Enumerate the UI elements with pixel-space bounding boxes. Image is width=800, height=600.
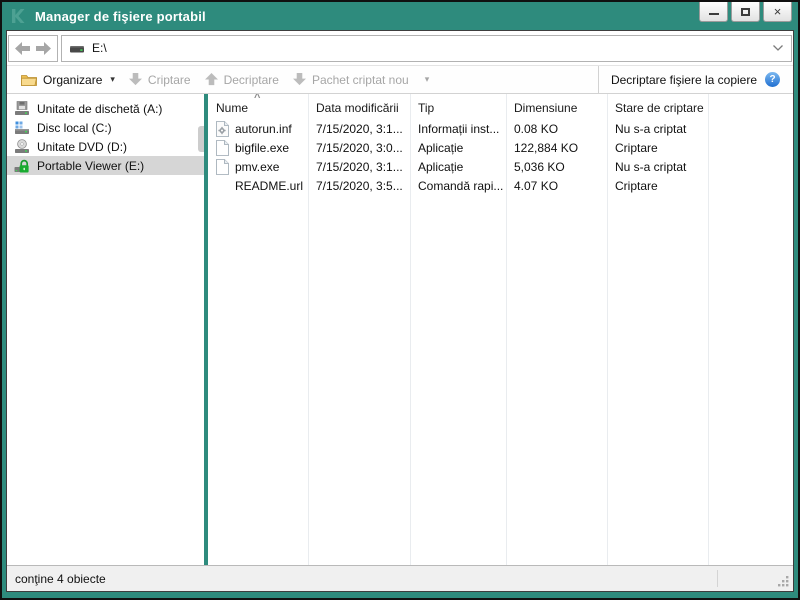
window-controls: ×: [696, 2, 792, 22]
column-header-type[interactable]: Tip: [410, 101, 506, 115]
file-name-cell: pmv.exe: [208, 158, 308, 175]
file-type-cell: Aplicație: [418, 159, 464, 174]
file-name: README.url: [235, 178, 304, 193]
package-dropdown-icon: ▾: [424, 74, 430, 84]
drive-label: Disc local (C:): [37, 120, 112, 135]
title-bar: Manager de fişiere portabil ×: [2, 2, 798, 30]
file-modified-cell: 7/15/2020, 3:1...: [316, 159, 403, 174]
local-disk-icon: [15, 121, 29, 134]
decrypt-label: Decriptare: [223, 72, 279, 87]
drive-list: Unitate de dischetă (A:) Disc local (C:)…: [7, 94, 204, 565]
file-icon: [216, 158, 229, 175]
main-area: Unitate de dischetă (A:) Disc local (C:)…: [7, 94, 793, 565]
table-header: ^ Nume Data modificării Tip Dimensiune S…: [208, 94, 793, 119]
toolbar: Organizare ▾ Criptare Decriptare Pachet …: [7, 65, 793, 94]
screen: Manager de fişiere portabil × E:\ Organi…: [0, 0, 800, 600]
encrypt-label: Criptare: [147, 72, 191, 87]
app-window: Manager de fişiere portabil × E:\ Organi…: [0, 0, 800, 600]
drive-label: Unitate DVD (D:): [37, 139, 128, 154]
window-content: E:\ Organizare ▾ Criptare Decriptare Pac…: [6, 30, 794, 592]
kaspersky-logo-icon: [12, 9, 25, 23]
drive-item-floppy-a[interactable]: Unitate de dischetă (A:): [7, 99, 204, 118]
history-buttons: [8, 34, 58, 62]
address-text: E:\: [92, 41, 107, 55]
status-text: conţine 4 obiecte: [15, 571, 106, 586]
new-encrypted-package-button[interactable]: Pachet criptat nou ▾: [286, 66, 436, 93]
decrypt-on-copy-setting: Decriptare fişiere la copiere ?: [597, 66, 786, 93]
status-divider: [717, 570, 718, 587]
organize-label: Organizare: [43, 72, 103, 87]
organize-dropdown-icon: ▾: [110, 74, 115, 84]
forward-icon[interactable]: [36, 41, 51, 55]
file-name-cell: bigfile.exe: [208, 139, 308, 156]
file-row-pmv[interactable]: pmv.exe 7/15/2020, 3:1... Aplicație 5,03…: [208, 157, 793, 176]
minimize-button[interactable]: [699, 2, 728, 22]
file-encryption-cell: Nu s-a criptat: [615, 159, 687, 174]
organize-button[interactable]: Organizare ▾: [14, 66, 122, 93]
minimize-icon: [708, 12, 719, 15]
file-type-cell: Aplicație: [418, 140, 464, 155]
sort-ascending-icon: ^: [254, 94, 261, 104]
maximize-button[interactable]: [731, 2, 760, 22]
arrow-up-icon: [204, 73, 218, 86]
close-icon: ×: [773, 4, 782, 19]
file-encryption-cell: Criptare: [615, 178, 658, 193]
file-row-autorun[interactable]: autorun.inf 7/15/2020, 3:1... Informații…: [208, 119, 793, 138]
help-icon[interactable]: ?: [765, 72, 780, 87]
file-encryption-cell: Nu s-a criptat: [615, 121, 687, 136]
new-encrypted-package-label: Pachet criptat nou: [311, 72, 409, 87]
file-name: pmv.exe: [235, 159, 280, 174]
arrow-down-icon: [128, 73, 142, 86]
file-type-cell: Comandă rapi...: [418, 178, 504, 193]
address-bar[interactable]: E:\: [61, 34, 792, 62]
file-name-cell: autorun.inf: [208, 120, 308, 137]
maximize-icon: [741, 7, 750, 16]
file-modified-cell: 7/15/2020, 3:0...: [316, 140, 403, 155]
file-name: autorun.inf: [235, 121, 292, 136]
encrypted-drive-icon: [14, 159, 29, 172]
chevron-down-icon[interactable]: [772, 44, 784, 52]
file-size-cell: 0.08 KO: [514, 121, 559, 136]
column-header-size[interactable]: Dimensiune: [506, 101, 607, 115]
drive-item-portable-e[interactable]: Portable Viewer (E:): [7, 156, 204, 175]
decrypt-on-copy-label: Decriptare fişiere la copiere: [610, 72, 757, 87]
file-size-cell: 122,884 KO: [514, 140, 579, 155]
file-row-readme[interactable]: README.url 7/15/2020, 3:5... Comandă rap…: [208, 176, 793, 195]
window-title: Manager de fişiere portabil: [35, 8, 206, 24]
folder-icon: [21, 75, 37, 86]
drive-icon: [70, 46, 84, 53]
column-header-modified[interactable]: Data modificării: [308, 101, 410, 115]
file-size-cell: 4.07 KO: [514, 178, 559, 193]
file-row-bigfile[interactable]: bigfile.exe 7/15/2020, 3:0... Aplicație …: [208, 138, 793, 157]
resize-grip-icon[interactable]: [777, 575, 790, 588]
column-header-encryption[interactable]: Stare de criptare: [607, 101, 708, 115]
drive-item-local-c[interactable]: Disc local (C:): [7, 118, 204, 137]
file-modified-cell: 7/15/2020, 3:1...: [316, 121, 403, 136]
back-icon[interactable]: [15, 41, 30, 55]
splitter-handle-icon[interactable]: [198, 126, 204, 152]
drive-label: Unitate de dischetă (A:): [37, 101, 163, 116]
file-type-cell: Informații inst...: [418, 121, 500, 136]
floppy-drive-icon: [15, 101, 29, 115]
file-encryption-cell: Criptare: [615, 140, 658, 155]
status-bar: conţine 4 obiecte: [7, 565, 793, 591]
file-size-cell: 5,036 KO: [514, 159, 565, 174]
encrypt-button[interactable]: Criptare: [122, 66, 198, 93]
file-icon: [216, 139, 229, 156]
setup-info-file-icon: [216, 120, 229, 137]
drive-item-dvd-d[interactable]: Unitate DVD (D:): [7, 137, 204, 156]
arrow-down-icon: [292, 73, 306, 86]
empty-icon-slot: [216, 178, 229, 194]
file-modified-cell: 7/15/2020, 3:5...: [316, 178, 403, 193]
drive-label: Portable Viewer (E:): [37, 158, 145, 173]
decrypt-button[interactable]: Decriptare: [198, 66, 286, 93]
file-name: bigfile.exe: [235, 140, 290, 155]
file-name-cell: README.url: [208, 178, 308, 194]
dvd-drive-icon: [15, 139, 29, 153]
file-list: ^ Nume Data modificării Tip Dimensiune S…: [208, 94, 793, 565]
close-button[interactable]: ×: [763, 2, 792, 22]
navigation-bar: E:\: [7, 31, 793, 65]
